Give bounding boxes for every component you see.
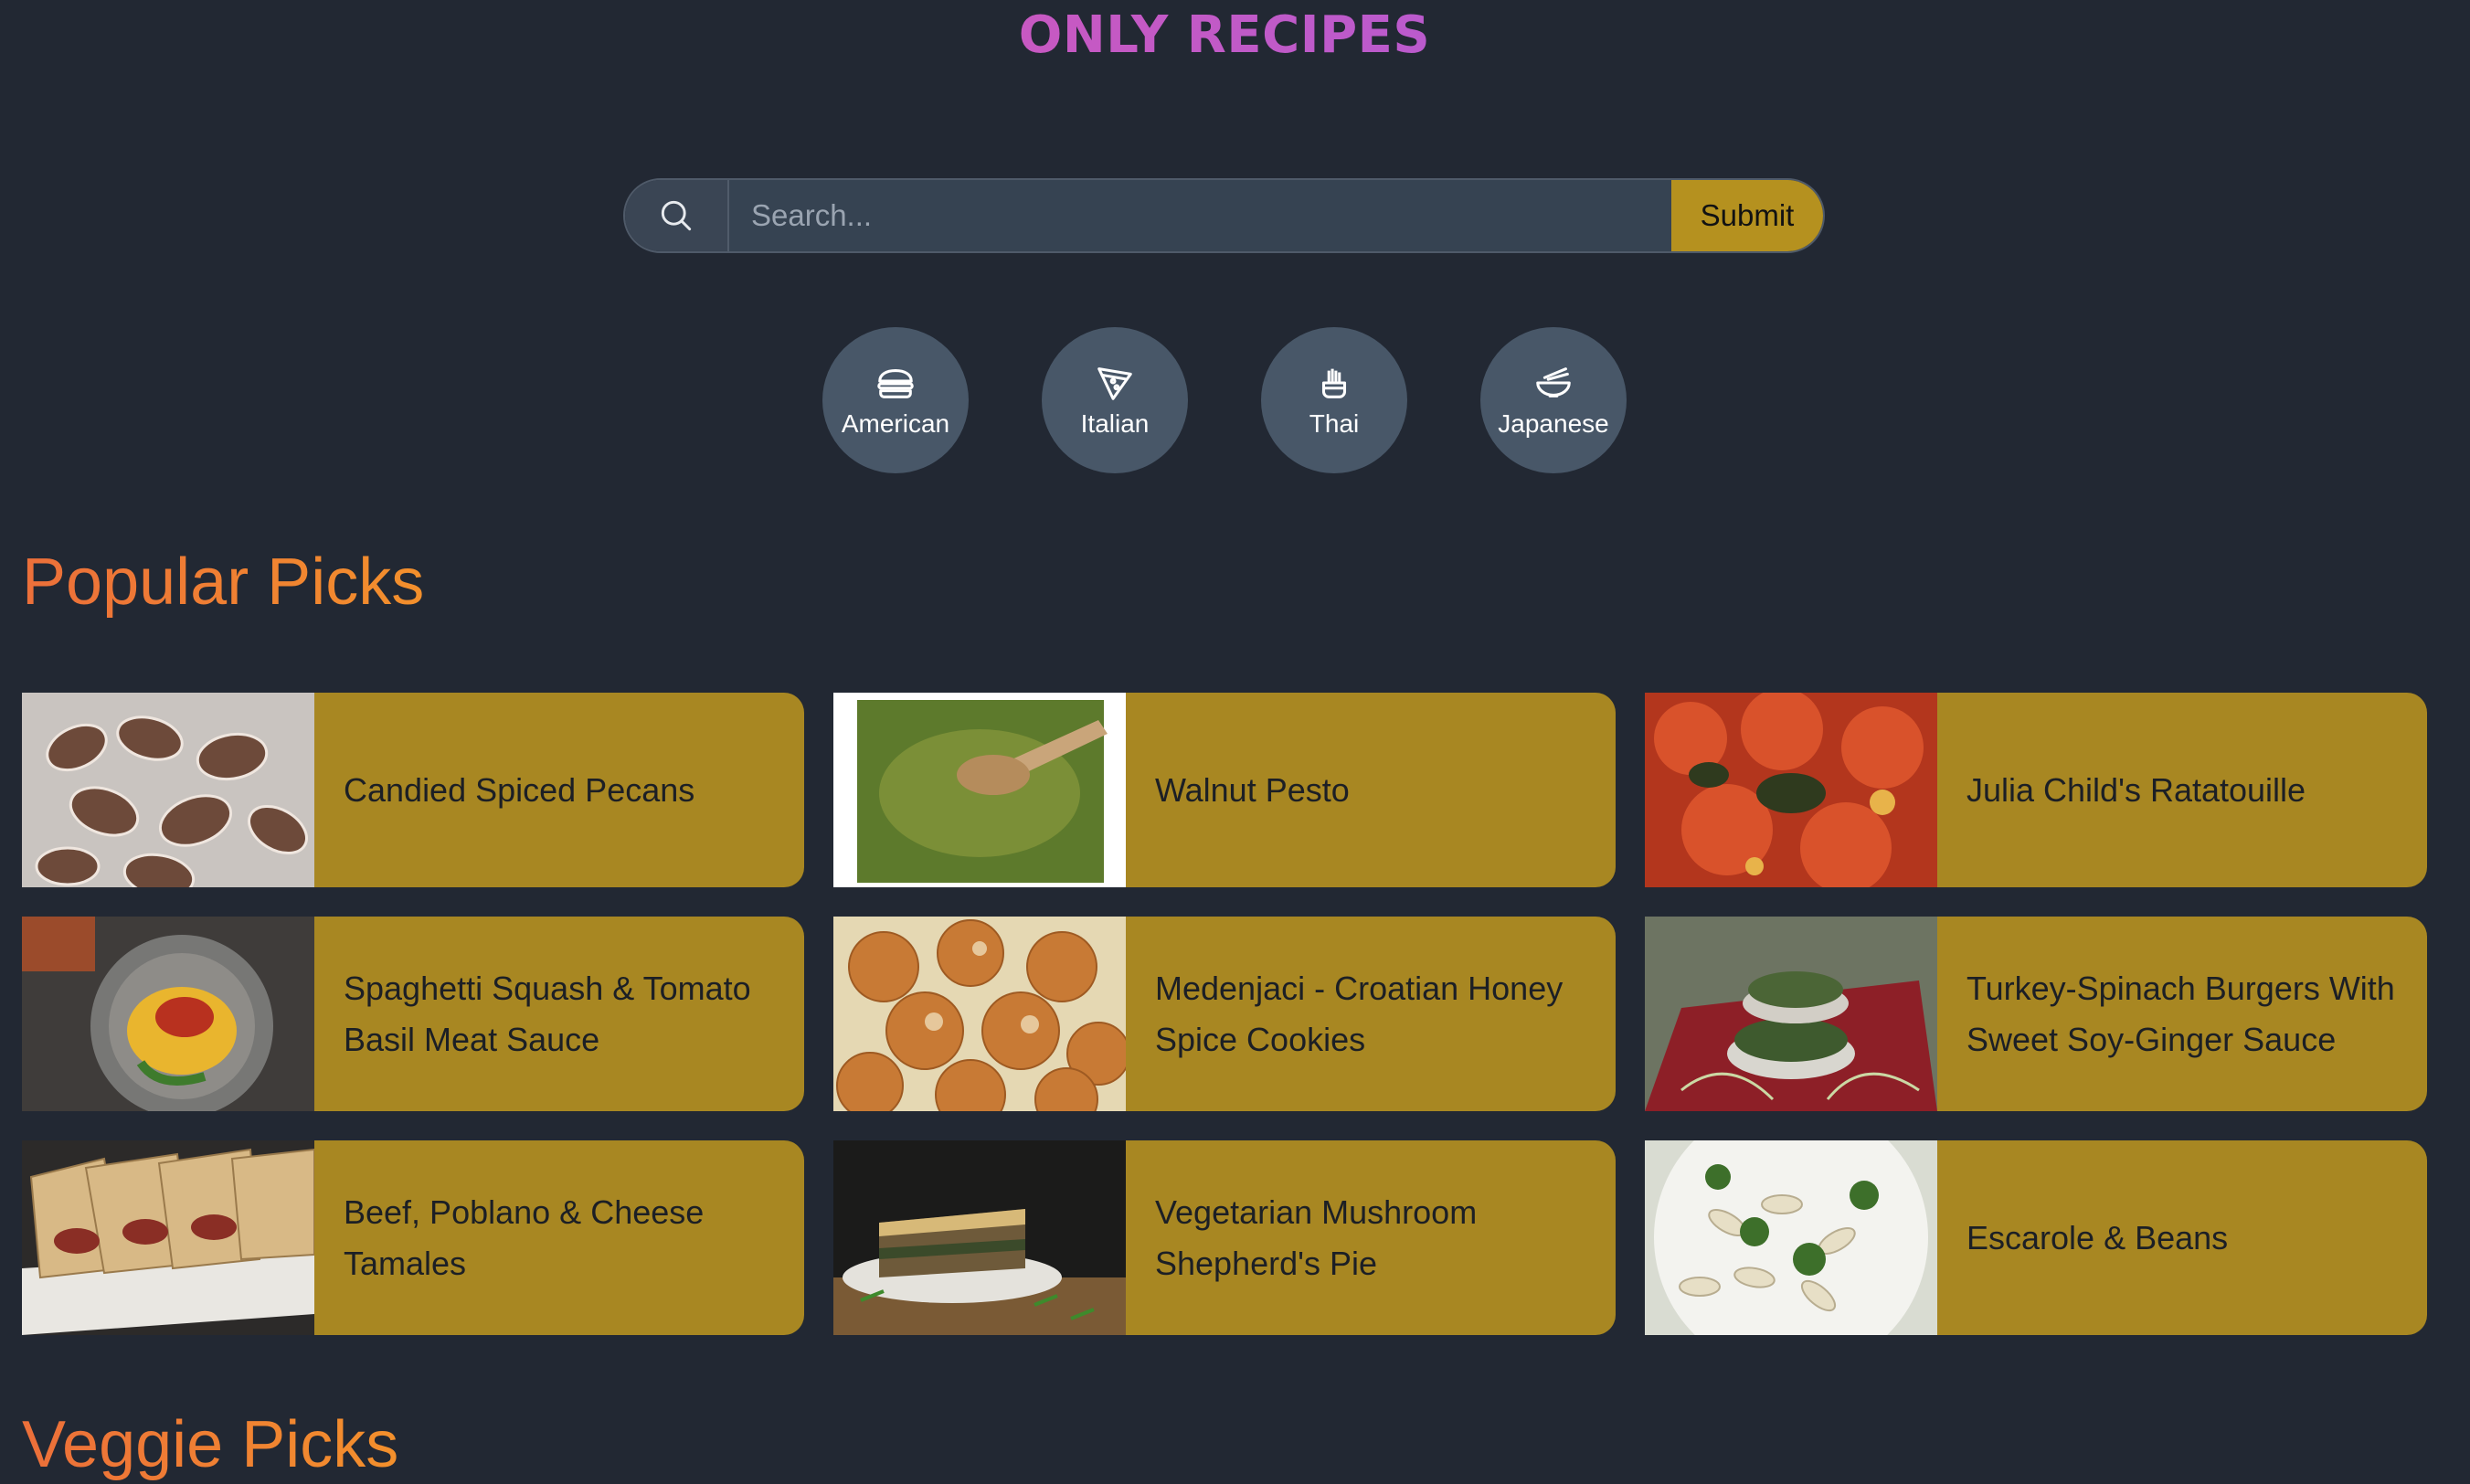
cuisine-american[interactable]: American [822,327,969,473]
recipe-title: Escarole & Beans [1966,1218,2229,1256]
ramen-bowl-icon [1536,367,1571,398]
cuisine-japanese[interactable]: Japanese [1480,327,1627,473]
noodles-icon [1321,368,1347,398]
recipe-title: Turkey-Spinach Burgers With Sweet Soy-Gi… [1966,969,2395,1058]
recipe-card[interactable]: Walnut Pesto [833,693,1616,887]
search-form: Submit [623,178,1825,253]
recipe-title: Walnut Pesto [1155,770,1350,809]
popular-picks-grid: Candied Spiced Pecans Walnut Pesto Julia… [22,693,2427,1335]
recipe-title: Julia Child's Ratatouille [1966,770,2306,809]
recipe-image [1645,693,1937,887]
recipe-title: Spaghetti Squash & Tomato Basil Meat Sau… [344,969,751,1058]
recipe-title: Vegetarian Mushroom Shepherd's Pie [1155,1192,1478,1282]
recipe-card[interactable]: Turkey-Spinach Burgers With Sweet Soy-Gi… [1645,917,2427,1111]
submit-button[interactable]: Submit [1671,180,1823,251]
recipe-title: Candied Spiced Pecans [344,770,695,809]
recipe-title: Beef, Poblano & Cheese Tamales [344,1192,705,1282]
recipe-card[interactable]: Medenjaci - Croatian Honey Spice Cookies [833,917,1616,1111]
recipe-card[interactable]: Candied Spiced Pecans [22,693,804,887]
cuisine-label: Thai [1309,409,1360,438]
recipe-image [833,1140,1126,1335]
cuisine-thai[interactable]: Thai [1261,327,1407,473]
cuisine-label: Italian [1080,409,1150,438]
recipe-card[interactable]: Spaghetti Squash & Tomato Basil Meat Sau… [22,917,804,1111]
recipe-image [1645,1140,1937,1335]
cuisine-nav: American Italian Thai Japanese [822,327,1627,473]
recipe-image [22,917,314,1111]
recipe-image [1645,917,1937,1111]
cuisine-label: American [841,409,950,438]
cuisine-italian[interactable]: Italian [1042,327,1188,473]
recipe-image [833,693,1126,887]
cuisine-label: Japanese [1498,409,1609,438]
recipe-image [22,693,314,887]
recipe-card[interactable]: Vegetarian Mushroom Shepherd's Pie [833,1140,1616,1335]
pizza-icon [1097,367,1132,400]
recipe-image [833,917,1126,1111]
app-brand-title: ONLY RECIPES [0,5,2449,65]
search-input[interactable] [729,180,1671,251]
popular-picks-heading: Popular Picks [22,546,425,619]
recipe-image [22,1140,314,1335]
recipe-card[interactable]: Beef, Poblano & Cheese Tamales [22,1140,804,1335]
burger-icon [877,369,914,398]
recipe-title: Medenjaci - Croatian Honey Spice Cookies [1155,969,1564,1058]
recipe-card[interactable]: Julia Child's Ratatouille [1645,693,2427,887]
veggie-picks-heading: Veggie Picks [22,1408,399,1481]
search-icon[interactable] [625,180,729,251]
recipe-card[interactable]: Escarole & Beans [1645,1140,2427,1335]
